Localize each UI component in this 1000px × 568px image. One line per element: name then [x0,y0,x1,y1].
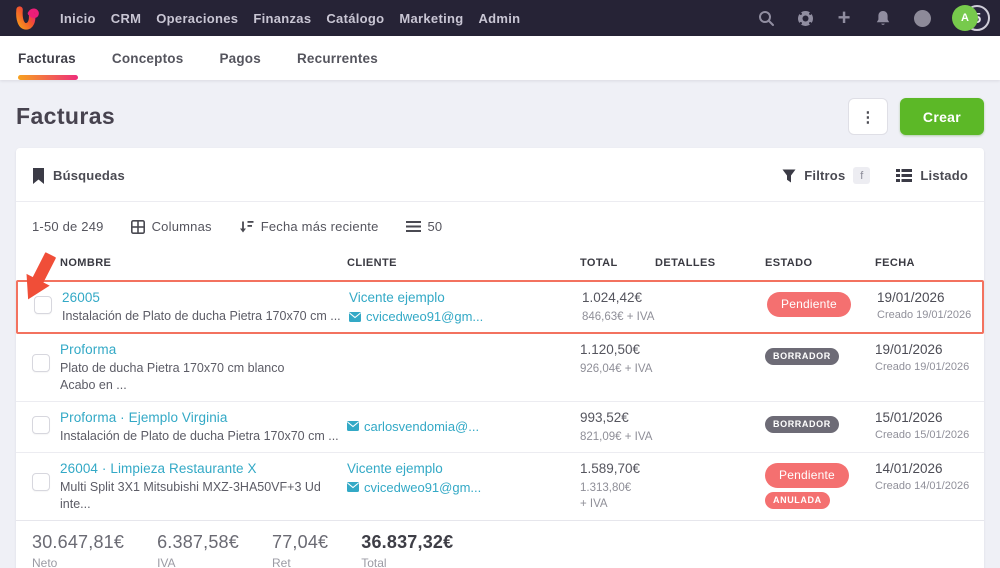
tab-recurrentes[interactable]: Recurrentes [297,36,378,80]
add-icon[interactable]: + [835,7,853,29]
more-actions-button[interactable]: ⋮ [847,98,888,135]
nav-item-inicio[interactable]: Inicio [60,11,96,26]
envelope-icon [347,482,359,493]
columns-button[interactable]: Columnas [130,219,212,234]
invoice-created-date: Creado 15/01/2026 [875,428,970,441]
invoice-total: 1.120,50€ [580,342,641,358]
table-row[interactable]: 26005 Instalación de Plato de ducha Piet… [16,280,984,335]
total-ret: 77,04€ Ret [271,531,329,568]
invoice-link[interactable]: 26004 · Limpieza Restaurante X [60,461,347,476]
envelope-icon [347,421,359,432]
sort-descending-icon [239,220,254,232]
filters-shortcut-key: f [853,167,871,184]
invoice-description: Instalación de Plato de ducha Pietra 170… [60,428,339,443]
status-badge: BORRADOR [765,348,839,366]
col-header-estado[interactable]: ESTADO [765,257,875,269]
kebab-icon: ⋮ [860,108,876,126]
page-size-button[interactable]: 50 [405,219,443,234]
status-badge: Pendiente [767,292,851,317]
row-checkbox[interactable] [32,472,50,491]
invoice-description: Instalación de Plato de ducha Pietra 170… [62,309,341,323]
table-header: NOMBRE CLIENTE TOTAL DETALLES ESTADO FEC… [16,247,984,280]
filters-button[interactable]: Filtros f [782,167,871,184]
row-checkbox[interactable] [32,415,50,434]
invoice-created-date: Creado 14/01/2026 [875,479,970,492]
invoice-date: 19/01/2026 [877,290,945,305]
invoice-link[interactable]: Proforma · Ejemplo Virginia [60,410,347,425]
section-tabs: Facturas Conceptos Pagos Recurrentes [0,36,1000,80]
table-row[interactable]: Proforma Plato de ducha Pietra 170x70 cm… [16,334,984,402]
view-listado-button[interactable]: Listado [896,168,968,183]
nav-item-finanzas[interactable]: Finanzas [253,11,311,26]
nav-item-admin[interactable]: Admin [478,11,520,26]
app-logo-icon[interactable] [14,5,40,31]
avatar-initial: A [952,5,978,31]
main-menu: Inicio CRM Operaciones Finanzas Catálogo… [60,11,520,26]
hamburger-lines-icon [405,221,421,232]
invoice-created-date: Creado 19/01/2026 [875,361,970,374]
notifications-bell-icon[interactable] [874,9,892,27]
client-email-link[interactable]: cvicedweo91@gm... [347,480,570,495]
tab-pagos[interactable]: Pagos [219,36,261,80]
row-checkbox[interactable] [32,354,50,373]
help-lifebuoy-icon[interactable] [796,9,814,27]
top-nav: Inicio CRM Operaciones Finanzas Catálogo… [0,0,1000,36]
invoice-date: 14/01/2026 [875,460,943,476]
invoices-panel: Búsquedas Filtros f Listado 1-50 de 249 … [16,148,984,568]
client-email-link[interactable]: carlosvendomia@... [347,419,570,434]
list-view-icon [896,169,913,182]
active-tab-underline [18,75,78,80]
nav-item-operaciones[interactable]: Operaciones [156,11,238,26]
result-range: 1-50 de 249 [32,219,104,234]
invoice-total-base: 1.313,80€ + IVA [580,481,632,511]
client-link[interactable]: Vicente ejemplo [347,461,570,476]
col-header-nombre[interactable]: NOMBRE [60,257,347,269]
tab-conceptos[interactable]: Conceptos [112,36,184,80]
search-icon[interactable] [757,9,775,27]
bookmark-icon [33,167,44,184]
col-header-cliente[interactable]: CLIENTE [347,257,580,269]
invoice-total-base: 846,63€ + IVA [582,311,655,323]
invoice-description: Multi Split 3X1 Mitsubishi MXZ-3HA50VF+3… [60,479,321,511]
total-total: 36.837,32€ Total [361,531,454,568]
total-neto: 30.647,81€ Neto [32,531,125,568]
invoice-link[interactable]: 26005 [62,290,349,305]
account-circle-icon[interactable] [913,9,931,27]
status-badge: Pendiente [765,462,849,488]
page-title: Facturas [16,103,116,129]
envelope-icon [349,311,361,322]
status-badge: ANULADA [765,491,830,509]
invoice-total: 1.024,42€ [582,290,643,305]
invoice-total: 1.589,70€ [580,460,641,476]
filter-funnel-icon [782,169,796,182]
tab-facturas[interactable]: Facturas [18,36,78,80]
saved-searches-button[interactable]: Búsquedas [32,167,125,184]
status-badge: BORRADOR [765,415,839,433]
invoice-total: 993,52€ [580,409,629,425]
col-header-fecha[interactable]: FECHA [875,257,984,269]
table-row[interactable]: Proforma · Ejemplo Virginia Instalación … [16,402,984,453]
nav-item-crm[interactable]: CRM [111,11,142,26]
client-email-link[interactable]: cvicedweo91@gm... [349,309,572,324]
col-header-detalles[interactable]: DETALLES [655,257,765,269]
create-button[interactable]: Crear [899,98,984,135]
col-header-total[interactable]: TOTAL [580,257,655,269]
invoice-description: Plato de ducha Pietra 170x70 cm blanco A… [60,361,285,392]
columns-grid-icon [130,219,145,234]
invoice-link[interactable]: Proforma [60,342,347,357]
invoice-total-base: 926,04€ + IVA [580,363,653,376]
user-avatar[interactable]: 5 A [952,5,990,31]
invoice-created-date: Creado 19/01/2026 [877,309,972,321]
totals-summary-bar: 30.647,81€ Neto 6.387,58€ IVA 77,04€ Ret… [16,519,984,568]
invoice-date: 15/01/2026 [875,409,943,425]
nav-item-catalogo[interactable]: Catálogo [326,11,384,26]
invoice-date: 19/01/2026 [875,342,943,358]
nav-item-marketing[interactable]: Marketing [399,11,463,26]
invoice-total-base: 821,09€ + IVA [580,430,653,443]
client-link[interactable]: Vicente ejemplo [349,290,572,305]
row-checkbox[interactable] [34,296,52,314]
table-row[interactable]: 26004 · Limpieza Restaurante X Multi Spl… [16,453,984,520]
total-iva: 6.387,58€ IVA [157,531,239,568]
sort-button[interactable]: Fecha más reciente [239,219,379,234]
